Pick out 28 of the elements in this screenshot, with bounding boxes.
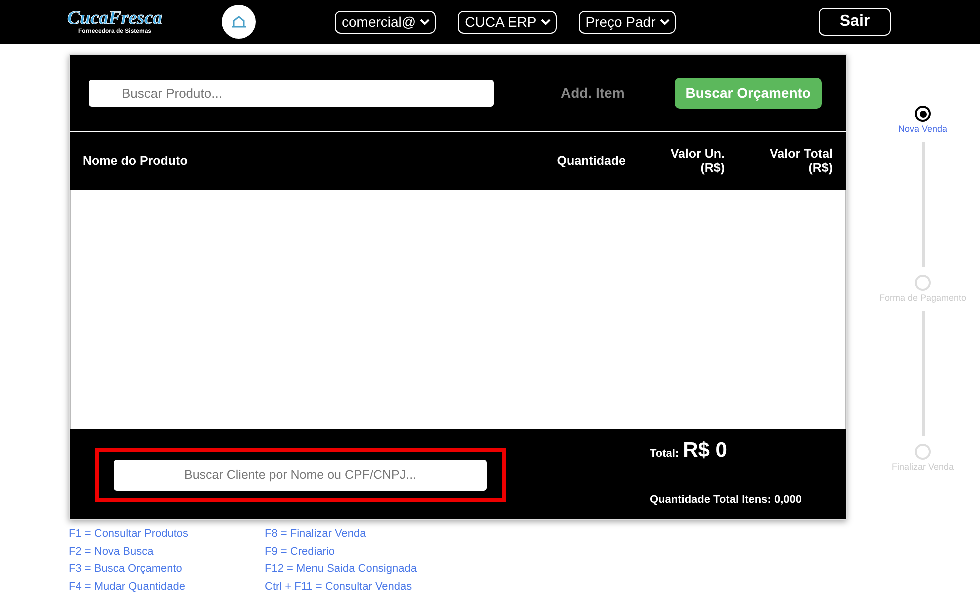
chevron-down-icon [540,18,551,26]
select-dropdown[interactable]: Preço Padr [578,10,676,34]
logout-button[interactable]: Sair [819,8,891,36]
total-value: R$ 0 [683,439,728,462]
shortcut-hint: F9 = Crediario [265,546,336,560]
shortcut-hint: F1 = Consultar Produtos [69,528,190,542]
total-quantity: Quantidade Total Itens: 0,000 [650,494,802,506]
shortcut-hint: F8 = Finalizar Venda [265,528,368,542]
column-header: Valor Total (R$) [769,147,833,175]
company-logo-icon [222,5,256,39]
shortcut-hint: F4 = Mudar Quantidade [69,580,186,594]
select-dropdown[interactable]: comercial@ [335,10,436,34]
column-header: Valor Un. (R$) [670,147,725,175]
step-label: Nova Venda [898,124,948,134]
chevron-down-icon [660,18,670,26]
shortcut-hint: F2 = Nova Busca [69,546,155,560]
select-dropdown[interactable]: CUCA ERP [458,10,557,34]
total-label: Total: [650,448,680,460]
product-search-field[interactable]: Buscar Produto... [89,80,494,106]
shortcut-hint: F3 = Busca Orçamento [69,563,184,577]
client-search-field[interactable]: Buscar Cliente por Nome ou CPF/CNPJ... [114,460,487,490]
chevron-down-icon [420,18,430,26]
column-header: Quantidade [557,154,626,168]
logo-title: CucaFresca [68,9,162,29]
shortcut-hint: Ctrl + F11 = Consultar Vendas [265,580,414,594]
add-item-button[interactable]: Add. Item [555,84,631,102]
column-header: Nome do Produto [83,154,188,168]
shortcut-hint: F12 = Menu Saida Consignada [265,563,418,577]
